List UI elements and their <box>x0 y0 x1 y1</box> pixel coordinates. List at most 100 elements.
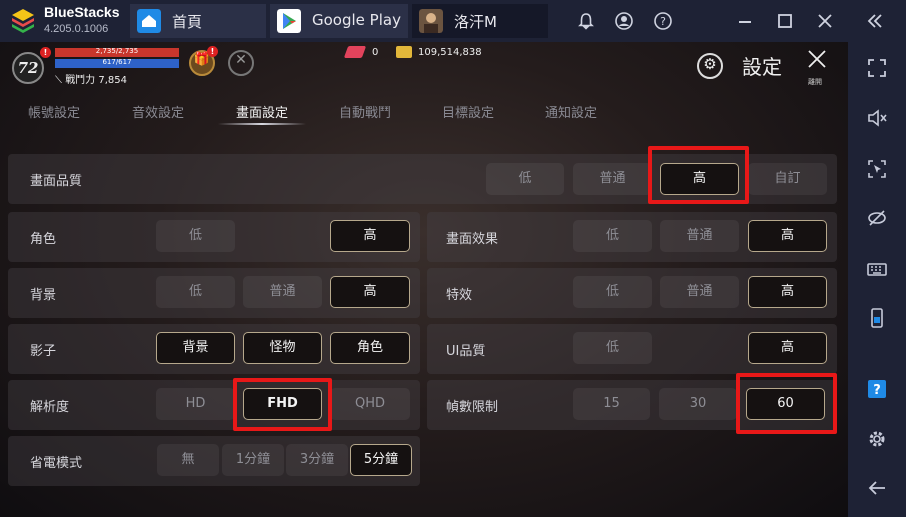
hp-text: 2,735/2,735 <box>95 47 139 55</box>
tab-sound-settings[interactable]: 音效設定 <box>132 102 184 121</box>
keyboard-icon[interactable] <box>863 255 891 283</box>
title-bar: BlueStacks 4.205.0.1006 首頁 Google Play 洛… <box>0 0 906 42</box>
bell-icon[interactable] <box>573 8 599 34</box>
special-effect-normal-button[interactable]: 普通 <box>660 276 739 308</box>
gold-count: 109,514,838 <box>418 47 482 58</box>
tab-google-play-label: Google Play <box>312 11 401 29</box>
close-icon[interactable] <box>812 8 838 34</box>
combat-power-label: 戰鬥力 <box>65 75 96 86</box>
volume-mute-icon[interactable] <box>863 104 891 132</box>
question-icon[interactable]: ? <box>863 375 891 403</box>
character-low-button[interactable]: 低 <box>156 220 235 252</box>
bluestacks-logo-icon <box>12 9 34 33</box>
shadow-monster-button[interactable]: 怪物 <box>243 332 322 364</box>
settings-gear-icon: ⚙ <box>697 53 723 79</box>
tab-auto-battle[interactable]: 自動戰鬥 <box>339 102 391 121</box>
special-effect-high-button[interactable]: 高 <box>748 276 827 308</box>
highlight-quality-high <box>648 146 749 204</box>
gem-count: 0 <box>372 47 379 58</box>
gem-icon <box>343 46 367 58</box>
quality-normal-button[interactable]: 普通 <box>573 163 652 195</box>
resolution-qhd-button[interactable]: QHD <box>330 388 410 420</box>
combat-power-value: 7,854 <box>98 75 128 86</box>
power-save-label: 省電模式 <box>30 456 83 471</box>
tab-account-settings[interactable]: 帳號設定 <box>28 102 80 121</box>
character-label: 角色 <box>30 232 57 247</box>
quality-label: 畫面品質 <box>30 174 83 189</box>
highlight-resolution-fhd <box>233 378 332 431</box>
close-settings-label: 離開 <box>808 78 822 86</box>
sword-icon: ⟍ <box>55 75 62 86</box>
gift-alert-badge: ! <box>207 46 218 57</box>
special-effect-label: 特效 <box>446 288 473 303</box>
hp-bar: 2,735/2,735 <box>55 47 179 57</box>
background-label: 背景 <box>30 288 57 303</box>
power-save-1min-button[interactable]: 1分鐘 <box>222 444 284 476</box>
shadow-character-button[interactable]: 角色 <box>330 332 410 364</box>
highlight-frame-limit-60 <box>736 373 837 434</box>
resolution-label: 解析度 <box>30 400 70 415</box>
resolution-hd-button[interactable]: HD <box>156 388 235 420</box>
account-icon[interactable] <box>611 8 637 34</box>
screenshot-cursor-icon[interactable] <box>863 155 891 183</box>
screen-effect-low-button[interactable]: 低 <box>573 220 652 252</box>
ui-quality-low-button[interactable]: 低 <box>573 332 652 364</box>
tab-notification-settings[interactable]: 通知設定 <box>545 102 597 121</box>
home-icon <box>137 9 161 33</box>
background-normal-button[interactable]: 普通 <box>243 276 322 308</box>
screen-effect-label: 畫面效果 <box>446 232 499 247</box>
app-name: BlueStacks <box>44 4 120 20</box>
screen-effect-high-button[interactable]: 高 <box>748 220 827 252</box>
power-save-5min-button[interactable]: 5分鐘 <box>350 444 412 476</box>
shadow-background-button[interactable]: 背景 <box>156 332 235 364</box>
background-high-button[interactable]: 高 <box>330 276 410 308</box>
power-save-3min-button[interactable]: 3分鐘 <box>286 444 348 476</box>
special-effect-low-button[interactable]: 低 <box>573 276 652 308</box>
player-level: 72 <box>12 52 44 84</box>
google-play-icon <box>277 9 301 33</box>
page-title: 設定 <box>742 55 782 79</box>
maximize-icon[interactable] <box>772 8 798 34</box>
ui-quality-label: UI品質 <box>446 344 486 359</box>
bluestacks-sidebar: ? <box>848 42 906 517</box>
minimize-icon[interactable] <box>732 8 758 34</box>
gold-currency: 109,514,838 <box>396 46 482 58</box>
ui-quality-high-button[interactable]: 高 <box>748 332 827 364</box>
tab-game[interactable]: 洛汗M <box>412 4 548 38</box>
power-save-none-button[interactable]: 無 <box>157 444 219 476</box>
active-tab-indicator <box>218 123 306 125</box>
frame-limit-15-button[interactable]: 15 <box>573 388 650 420</box>
tab-game-label: 洛汗M <box>454 13 497 31</box>
back-arrow-icon[interactable] <box>863 474 891 502</box>
close-settings-button[interactable] <box>805 47 829 71</box>
level-alert-badge: ! <box>40 47 51 58</box>
tab-home-label: 首頁 <box>172 13 203 31</box>
tab-home[interactable]: 首頁 <box>130 4 266 38</box>
gear-icon[interactable] <box>863 425 891 453</box>
hide-eye-icon[interactable] <box>863 204 891 232</box>
gold-icon <box>396 46 412 58</box>
game-screen: 72 ! 2,735/2,735 617/617 ⟍ 戰鬥力 7,854 🎁 !… <box>0 42 848 517</box>
help-icon[interactable]: ? <box>650 8 676 34</box>
app-version: 4.205.0.1006 <box>44 23 109 35</box>
phone-icon[interactable] <box>863 304 891 332</box>
crossed-swords-icon[interactable]: ✕ <box>228 50 254 76</box>
collapse-sidebar-icon[interactable] <box>862 8 888 34</box>
tab-display-settings[interactable]: 畫面設定 <box>236 102 288 121</box>
mp-bar: 617/617 <box>55 58 179 68</box>
background-low-button[interactable]: 低 <box>156 276 235 308</box>
quality-low-button[interactable]: 低 <box>486 163 564 195</box>
screen-effect-normal-button[interactable]: 普通 <box>660 220 739 252</box>
tab-google-play[interactable]: Google Play <box>270 4 408 38</box>
svg-text:?: ? <box>660 15 666 28</box>
quality-custom-button[interactable]: 自訂 <box>748 163 827 195</box>
mp-text: 617/617 <box>102 58 132 66</box>
combat-power: ⟍ 戰鬥力 7,854 <box>55 71 127 86</box>
fullscreen-icon[interactable] <box>863 54 891 82</box>
gem-currency: 0 <box>343 46 379 58</box>
frame-limit-30-button[interactable]: 30 <box>659 388 737 420</box>
frame-limit-label: 幀數限制 <box>446 400 499 415</box>
character-high-button[interactable]: 高 <box>330 220 410 252</box>
game-avatar-icon <box>419 9 443 33</box>
tab-target-settings[interactable]: 目標設定 <box>442 102 494 121</box>
